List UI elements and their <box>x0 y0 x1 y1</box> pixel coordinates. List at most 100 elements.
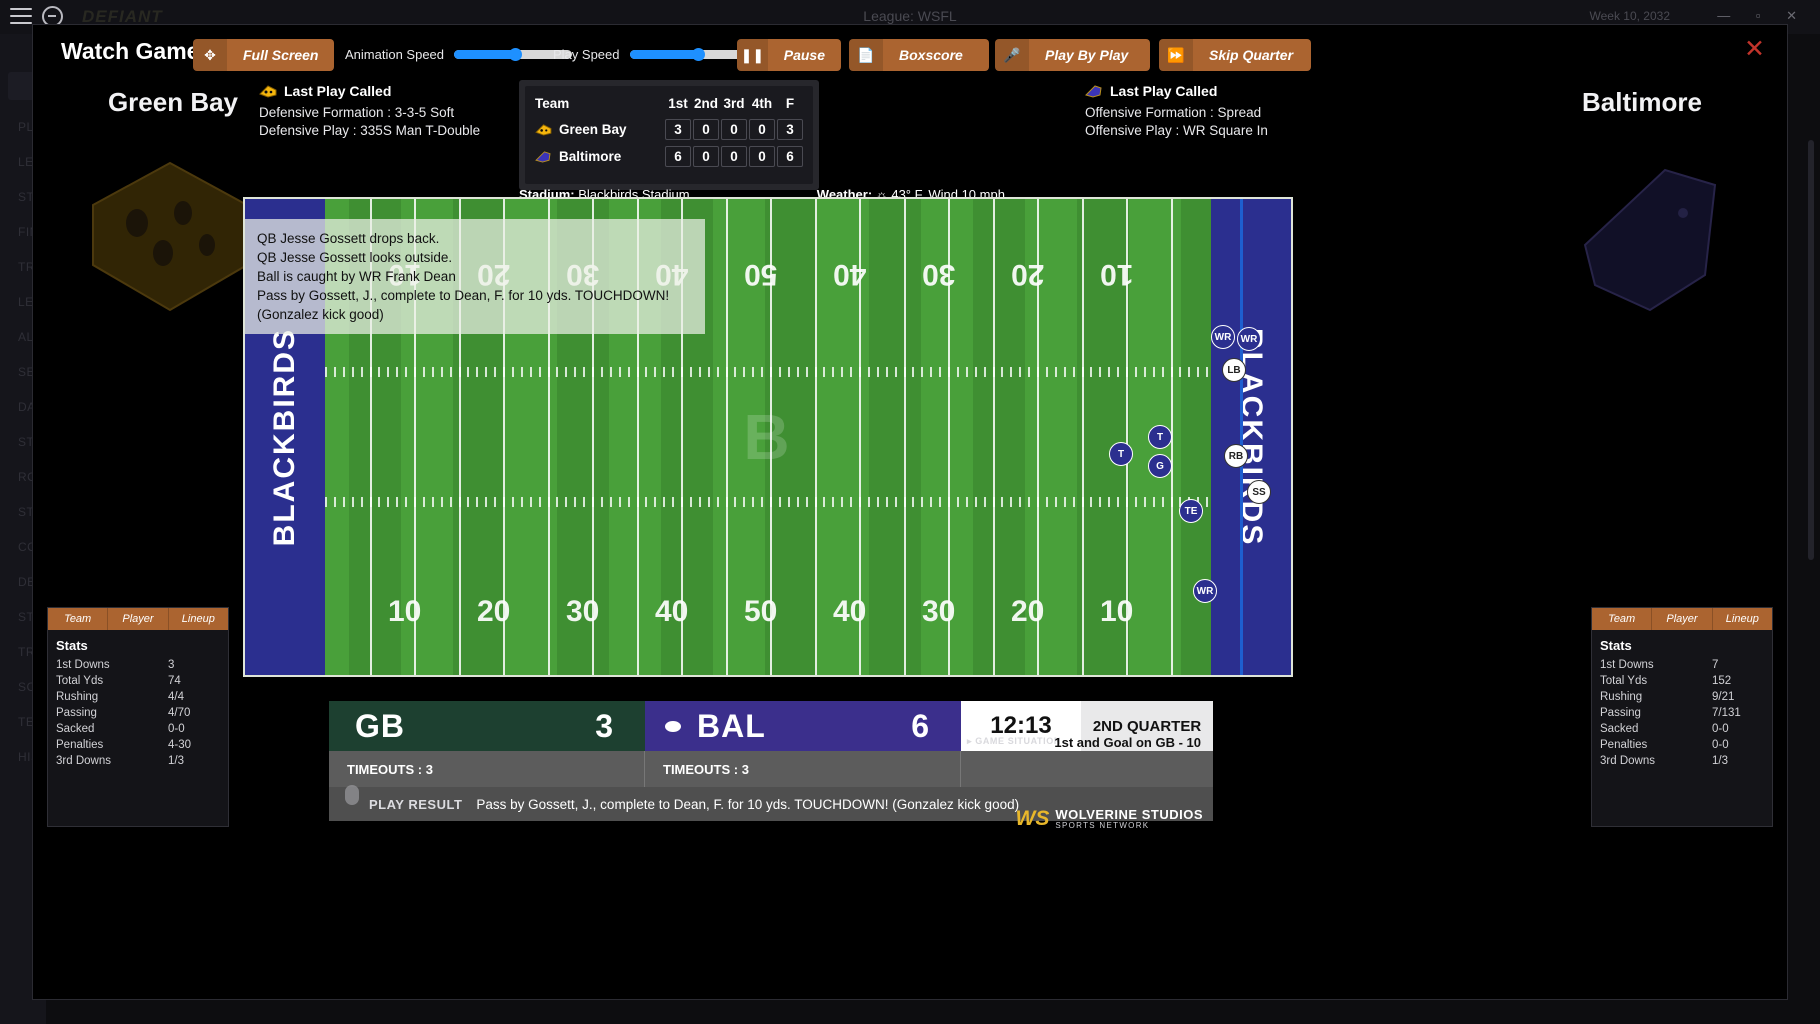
player-marker-ss[interactable]: SS <box>1247 480 1271 504</box>
last-play-heading-away: Last Play Called <box>1073 83 1363 99</box>
tab-player[interactable]: Player <box>108 608 169 630</box>
stat-key: Sacked <box>56 723 95 735</box>
close-icon[interactable]: ✕ <box>1744 37 1765 62</box>
yard-line <box>992 199 995 675</box>
play-speed-label: Play Speed <box>553 47 620 62</box>
play-by-play-button[interactable]: 🎤 Play By Play <box>995 39 1150 71</box>
player-marker-t[interactable]: T <box>1109 442 1133 466</box>
stat-row: Penalties 0-0 <box>1592 737 1772 753</box>
network-sub: SPORTS NETWORK <box>1055 821 1150 830</box>
microphone-icon <box>345 785 359 805</box>
score-q2: 0 <box>693 118 719 140</box>
stat-row: Passing 4/70 <box>48 705 228 721</box>
player-marker-te[interactable]: TE <box>1179 499 1203 523</box>
yard-number-top: 40 <box>833 258 867 291</box>
stat-key: Passing <box>56 707 97 719</box>
away-stats-title: Stats <box>1600 638 1632 653</box>
pause-label: Pause <box>783 47 825 63</box>
stat-row: Total Yds 152 <box>1592 673 1772 689</box>
game-situation-panel: ▸ GAME SITUATION 1st and Goal on GB - 10… <box>961 735 1213 830</box>
yard-number-bottom: 10 <box>388 595 422 628</box>
away-stats-tabs[interactable]: Team Player Lineup <box>1592 608 1772 630</box>
tab-lineup[interactable]: Lineup <box>168 608 228 630</box>
last-play-heading-text: Last Play Called <box>284 83 392 99</box>
player-marker-wr[interactable]: WR <box>1193 579 1217 603</box>
stat-key: Total Yds <box>1600 675 1648 687</box>
player-marker-g[interactable]: G <box>1148 454 1172 478</box>
stat-key: Total Yds <box>56 675 104 687</box>
away-team-name: Baltimore <box>1582 87 1702 117</box>
football-field[interactable]: BLACKBIRDS BLACKBIRDS B 10 10 20 20 30 30 40 40… <box>243 197 1293 677</box>
yard-number-top: 20 <box>1011 258 1045 291</box>
play-text-line: QB Jesse Gossett drops back. <box>257 231 440 246</box>
scoreboard-home-abbr: GB <box>355 707 405 744</box>
yard-number-bottom: 30 <box>922 595 956 628</box>
pause-icon: ❚❚ <box>737 39 768 71</box>
stat-key: Rushing <box>1600 691 1643 703</box>
home-team-name: Green Bay <box>107 87 239 117</box>
defensive-formation: Defensive Formation : 3-3-5 Soft <box>259 105 455 120</box>
animation-speed-control[interactable]: Animation Speed <box>345 47 573 62</box>
tab-lineup[interactable]: Lineup <box>1712 608 1772 630</box>
slider-handle[interactable] <box>509 48 523 61</box>
defensive-play: Defensive Play : 335S Man T-Double <box>259 123 481 138</box>
score-q3: 0 <box>721 118 747 140</box>
score-q1: 6 <box>665 145 691 167</box>
line-of-scrimmage <box>1239 199 1243 675</box>
scoreboard-away-abbr: BAL <box>697 707 766 744</box>
home-stats-panel: Team Player Lineup Stats 1st Downs 3 Tota… <box>47 607 229 827</box>
scoreboard-away-score: 6 <box>911 707 929 744</box>
cheese-icon <box>535 123 552 136</box>
col-q2: 2nd <box>693 95 718 111</box>
slider-fill <box>629 50 698 59</box>
player-marker-t[interactable]: T <box>1148 425 1172 449</box>
play-by-play-label: Play By Play <box>1045 47 1129 63</box>
blackbird-icon <box>1085 85 1102 98</box>
player-marker-wr[interactable]: WR <box>1237 327 1261 351</box>
skip-quarter-button[interactable]: ⏩ Skip Quarter <box>1159 39 1311 71</box>
score-q2: 0 <box>693 145 719 167</box>
window-controls[interactable]: — ▫ ✕ <box>1717 8 1808 24</box>
network-name: WOLVERINE STUDIOS <box>1055 807 1203 822</box>
endzone-left-text: BLACKBIRDS <box>268 327 301 547</box>
stat-row: Rushing 9/21 <box>1592 689 1772 705</box>
score-final: 3 <box>777 118 803 140</box>
play-speed-control[interactable]: Play Speed <box>553 47 748 62</box>
yard-number-bottom: 20 <box>477 595 511 628</box>
stat-row: Penalties 4-30 <box>48 737 228 753</box>
slider-handle[interactable] <box>691 48 705 61</box>
last-play-called-away: Last Play Called Offensive Formation : S… <box>1073 83 1363 138</box>
home-stats-tabs[interactable]: Team Player Lineup <box>48 608 228 630</box>
col-q4: 4th <box>751 95 773 111</box>
full-screen-button[interactable]: ✥ Full Screen <box>193 39 335 71</box>
stat-value: 0-0 <box>1712 739 1729 751</box>
expand-icon: ✥ <box>193 39 227 71</box>
play-speed-slider[interactable] <box>629 48 748 61</box>
boxscore-button[interactable]: 📄 Boxscore <box>849 39 989 71</box>
pause-button[interactable]: ❚❚ Pause <box>737 39 841 71</box>
stat-row: Sacked 0-0 <box>48 721 228 737</box>
yard-number-bottom: 10 <box>1100 595 1134 628</box>
stat-value: 3 <box>168 659 175 671</box>
score-final: 6 <box>777 145 803 167</box>
page-scrollbar[interactable] <box>1808 140 1814 560</box>
linescore-team-away: Baltimore <box>535 149 663 164</box>
scoreboard-middle-row: TIMEOUTS : 3 TIMEOUTS : 3 ▸ GAME SITUATI… <box>329 735 1213 830</box>
midfield-logo: B <box>743 401 793 473</box>
network-logo: WS WOLVERINE STUDIOS SPORTS NETWORK <box>1016 807 1203 831</box>
menu-icon[interactable] <box>10 8 32 26</box>
stat-key: Passing <box>1600 707 1641 719</box>
league-label: League: WSFL <box>863 8 957 24</box>
away-team-logo <box>1555 145 1745 330</box>
player-marker-lb[interactable]: LB <box>1222 358 1246 382</box>
stat-value: 4/70 <box>168 707 191 719</box>
player-marker-rb[interactable]: RB <box>1224 444 1248 468</box>
modal-header: Watch Game ✥ Full Screen Animation Speed… <box>33 25 1787 77</box>
player-marker-wr[interactable]: WR <box>1211 325 1235 349</box>
tab-team[interactable]: Team <box>48 608 109 630</box>
yard-number-bottom: 40 <box>655 595 689 628</box>
tab-team[interactable]: Team <box>1592 608 1653 630</box>
tab-player[interactable]: Player <box>1652 608 1713 630</box>
stat-value: 74 <box>168 675 181 687</box>
animation-speed-label: Animation Speed <box>345 47 445 62</box>
